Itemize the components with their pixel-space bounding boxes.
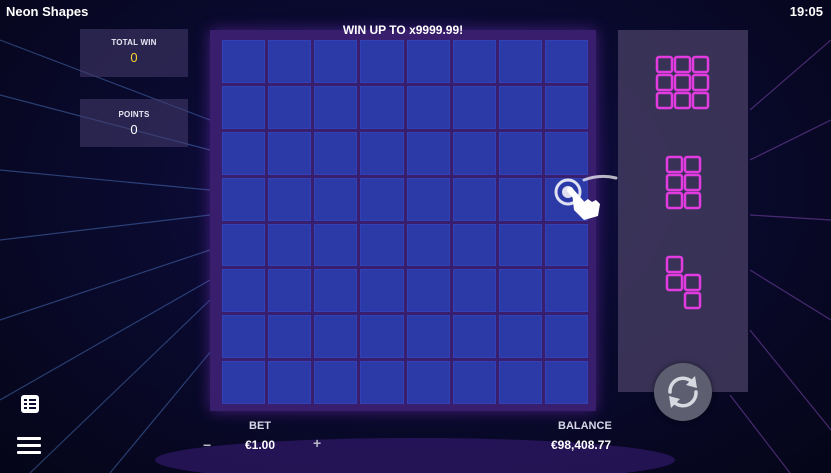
board-cell[interactable] <box>360 131 404 175</box>
board-cell[interactable] <box>268 361 312 404</box>
bet-increase-button[interactable]: + <box>313 435 321 451</box>
menu-button[interactable] <box>17 436 41 454</box>
clock: 19:05 <box>789 4 823 19</box>
shape-rect-2x3[interactable] <box>665 155 703 211</box>
board-cell[interactable] <box>498 177 542 221</box>
shape-square-3x3[interactable] <box>655 55 711 111</box>
board-cell[interactable] <box>268 131 312 175</box>
points-value: 0 <box>130 122 138 137</box>
bet-value: €1.00 <box>245 438 276 452</box>
board-cell[interactable] <box>268 223 312 267</box>
board-cell[interactable] <box>222 85 266 129</box>
board-cell[interactable] <box>452 85 496 129</box>
board-cell[interactable] <box>452 223 496 267</box>
board-cell[interactable] <box>452 361 496 404</box>
shape-tray <box>618 30 748 392</box>
bet-label: BET <box>249 420 271 432</box>
board-cell[interactable] <box>360 177 404 221</box>
board-cell[interactable] <box>222 223 266 267</box>
board-cell[interactable] <box>222 269 266 313</box>
board-cell[interactable] <box>544 361 588 404</box>
menu-icon <box>17 437 41 454</box>
board-cell[interactable] <box>544 85 588 129</box>
board-cell[interactable] <box>406 177 450 221</box>
board-cell[interactable] <box>406 361 450 404</box>
board-cell[interactable] <box>314 177 358 221</box>
board-cell[interactable] <box>268 315 312 359</box>
board-cell[interactable] <box>268 85 312 129</box>
points-box: POINTS 0 <box>80 99 188 147</box>
board-cell[interactable] <box>360 315 404 359</box>
board-cell[interactable] <box>498 40 542 83</box>
board-cell[interactable] <box>406 85 450 129</box>
board-cell[interactable] <box>268 177 312 221</box>
board-cell[interactable] <box>452 177 496 221</box>
board-cell[interactable] <box>314 85 358 129</box>
board-cell[interactable] <box>222 315 266 359</box>
board-cell[interactable] <box>222 361 266 404</box>
board-cell[interactable] <box>544 40 588 83</box>
board-cell[interactable] <box>360 40 404 83</box>
board-cell[interactable] <box>314 223 358 267</box>
tap-hand-icon <box>554 172 618 222</box>
board-cell[interactable] <box>268 40 312 83</box>
board-cell[interactable] <box>498 131 542 175</box>
board-cell[interactable] <box>452 40 496 83</box>
top-bar: Neon Shapes 19:05 <box>0 0 831 28</box>
refresh-icon <box>668 376 698 408</box>
balance-value: €98,408.77 <box>551 438 612 452</box>
board-cell[interactable] <box>544 315 588 359</box>
board-cell[interactable] <box>360 85 404 129</box>
refresh-button[interactable] <box>654 363 712 421</box>
board-cell[interactable] <box>222 131 266 175</box>
total-win-value: 0 <box>130 50 138 65</box>
board-cell[interactable] <box>314 131 358 175</box>
app-title: Neon Shapes <box>6 4 89 19</box>
game-board: WIN UP TO x9999.99! <box>210 23 596 411</box>
shape-s-tetromino[interactable] <box>665 255 703 311</box>
board-cell[interactable] <box>222 40 266 83</box>
board-cell[interactable] <box>544 269 588 313</box>
board-cell[interactable] <box>452 315 496 359</box>
balance-label: BALANCE <box>558 420 612 432</box>
board-cell[interactable] <box>406 40 450 83</box>
board-cell[interactable] <box>314 269 358 313</box>
board-cell[interactable] <box>406 131 450 175</box>
board-cell[interactable] <box>406 223 450 267</box>
win-banner: WIN UP TO x9999.99! <box>210 23 596 41</box>
board-grid <box>222 40 588 404</box>
board-cell[interactable] <box>406 315 450 359</box>
board-cell[interactable] <box>360 223 404 267</box>
board-cell[interactable] <box>452 269 496 313</box>
board-cell[interactable] <box>360 269 404 313</box>
board-cell[interactable] <box>498 85 542 129</box>
board-cell[interactable] <box>544 223 588 267</box>
board-cell[interactable] <box>406 269 450 313</box>
board-cell[interactable] <box>498 269 542 313</box>
board-cell[interactable] <box>360 361 404 404</box>
board-cell[interactable] <box>268 269 312 313</box>
board-cell[interactable] <box>314 40 358 83</box>
board-cell[interactable] <box>452 131 496 175</box>
board-cell[interactable] <box>498 361 542 404</box>
paytable-icon <box>21 395 39 413</box>
board-cell[interactable] <box>222 177 266 221</box>
board-cell[interactable] <box>544 131 588 175</box>
board-cell[interactable] <box>314 315 358 359</box>
bet-decrease-button[interactable]: − <box>203 437 211 453</box>
total-win-box: TOTAL WIN 0 <box>80 29 188 77</box>
total-win-label: TOTAL WIN <box>111 38 157 47</box>
board-cell[interactable] <box>498 223 542 267</box>
paytable-button[interactable] <box>20 394 40 414</box>
board-cell[interactable] <box>498 315 542 359</box>
points-label: POINTS <box>118 110 150 119</box>
board-cell[interactable] <box>314 361 358 404</box>
